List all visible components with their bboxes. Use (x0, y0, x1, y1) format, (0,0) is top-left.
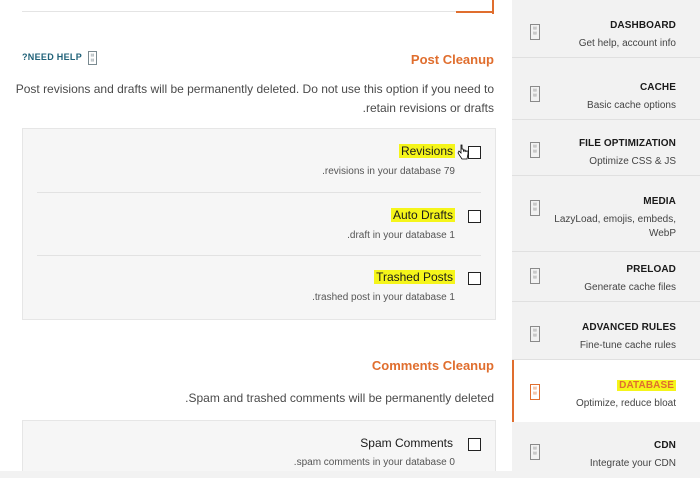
sidebar-item-advanced-rules[interactable]: ▤ ▤ ADVANCED RULES Fine-tune cache rules (512, 302, 700, 360)
divider (512, 57, 700, 58)
sidebar-item-cdn[interactable]: ▤ ▤ CDN Integrate your CDN (512, 420, 700, 478)
sidebar-item-title: DATABASE (617, 380, 676, 391)
sidebar-item-title: ADVANCED RULES (582, 322, 676, 333)
dashboard-icon: ▤ ▤ (530, 24, 540, 40)
post-cleanup-options: Revisions .revisions in your database 79… (22, 128, 496, 320)
trashed-posts-detail: .trashed post in your database 1 (312, 292, 455, 303)
trashed-posts-checkbox[interactable] (468, 272, 481, 285)
divider (22, 11, 492, 12)
sidebar-item-title: PRELOAD (626, 264, 676, 275)
sidebar-item-media[interactable]: ▤ ▤ MEDIA LazyLoad, emojis, embeds, WebP (512, 176, 700, 252)
auto-drafts-detail: .draft in your database 1 (347, 230, 455, 241)
sidebar-item-subtitle: Integrate your CDN (589, 458, 676, 469)
sidebar-item-cache[interactable]: ▤ ▤ CACHE Basic cache options (512, 62, 700, 120)
hand-cursor-icon (457, 144, 469, 160)
sidebar-item-database[interactable]: ▤ ▤ DATABASE Optimize, reduce bloat (512, 360, 700, 422)
revisions-detail: .revisions in your database 79 (322, 166, 455, 177)
auto-drafts-checkbox[interactable] (468, 210, 481, 223)
trashed-posts-label[interactable]: Trashed Posts (374, 270, 455, 284)
post-cleanup-description: Post revisions and drafts will be perman… (16, 80, 494, 118)
book-icon[interactable]: ▤ ▤ (88, 51, 97, 65)
spam-comments-checkbox[interactable] (468, 438, 481, 451)
main-content: ?NEED HELP ▤ ▤ Post Cleanup Post revision… (0, 0, 512, 471)
preload-icon: ▤ ▤ (530, 268, 540, 284)
advanced-rules-icon: ▤ ▤ (530, 326, 540, 342)
auto-drafts-label[interactable]: Auto Drafts (390, 208, 455, 222)
sidebar-item-subtitle: Get help, account info (578, 38, 676, 49)
revisions-label[interactable]: Revisions (398, 144, 455, 158)
option-revisions[interactable]: Revisions .revisions in your database 79 (37, 129, 495, 191)
sidebar-item-subtitle: Basic cache options (587, 100, 676, 111)
cdn-icon: ▤ ▤ (530, 444, 540, 460)
spam-comments-label[interactable]: Spam Comments (358, 436, 455, 450)
sidebar-item-subtitle: Fine-tune cache rules (579, 340, 676, 351)
comments-cleanup-title: Comments Cleanup (371, 358, 494, 373)
active-indicator (512, 360, 514, 422)
sidebar-item-dashboard[interactable]: ▤ ▤ DASHBOARD Get help, account info (512, 0, 700, 58)
sidebar-item-subtitle: Generate cache files (584, 282, 676, 293)
media-icon: ▤ ▤ (530, 200, 540, 216)
option-trashed-posts[interactable]: Trashed Posts .trashed post in your data… (37, 256, 495, 318)
option-auto-drafts[interactable]: Auto Drafts .draft in your database 1 (37, 193, 495, 255)
accent-bar (492, 0, 494, 14)
spam-comments-detail: .spam comments in your database 0 (293, 457, 455, 468)
cache-icon: ▤ ▤ (530, 86, 540, 102)
media-subtitle-line1: LazyLoad, emojis, embeds, (554, 214, 676, 225)
file-optimization-icon: ▤ ▤ (530, 142, 540, 158)
post-cleanup-description-line2: .retain revisions or drafts (362, 101, 494, 115)
post-cleanup-title: Post Cleanup (410, 52, 494, 67)
need-help-link[interactable]: ?NEED HELP (22, 52, 82, 62)
comments-cleanup-description: .Spam and trashed comments will be perma… (185, 391, 494, 405)
sidebar-item-title: FILE OPTIMIZATION (578, 138, 676, 149)
sidebar-item-subtitle: LazyLoad, emojis, embeds, WebP (554, 213, 676, 241)
post-cleanup-description-line1: Post revisions and drafts will be perman… (15, 82, 494, 96)
comments-cleanup-options: Spam Comments .spam comments in your dat… (22, 420, 496, 471)
sidebar-item-subtitle: Optimize CSS & JS (589, 156, 676, 167)
sidebar-item-title: CDN (654, 440, 676, 451)
sidebar-item-title: DASHBOARD (610, 20, 676, 31)
database-icon: ▤ ▤ (530, 384, 540, 400)
revisions-checkbox[interactable] (468, 146, 481, 159)
media-subtitle-line2: WebP (648, 228, 676, 239)
settings-sidebar: ▤ ▤ DASHBOARD Get help, account info ▤ ▤ C… (512, 0, 700, 471)
sidebar-item-file-optimization[interactable]: ▤ ▤ FILE OPTIMIZATION Optimize CSS & JS (512, 118, 700, 176)
sidebar-item-subtitle: Optimize, reduce bloat (575, 398, 676, 409)
sidebar-item-title: MEDIA (643, 196, 676, 207)
option-spam-comments[interactable]: Spam Comments .spam comments in your dat… (37, 421, 495, 471)
sidebar-item-preload[interactable]: ▤ ▤ PRELOAD Generate cache files (512, 244, 700, 302)
sidebar-item-title: CACHE (639, 82, 676, 93)
accent-divider (456, 11, 492, 13)
